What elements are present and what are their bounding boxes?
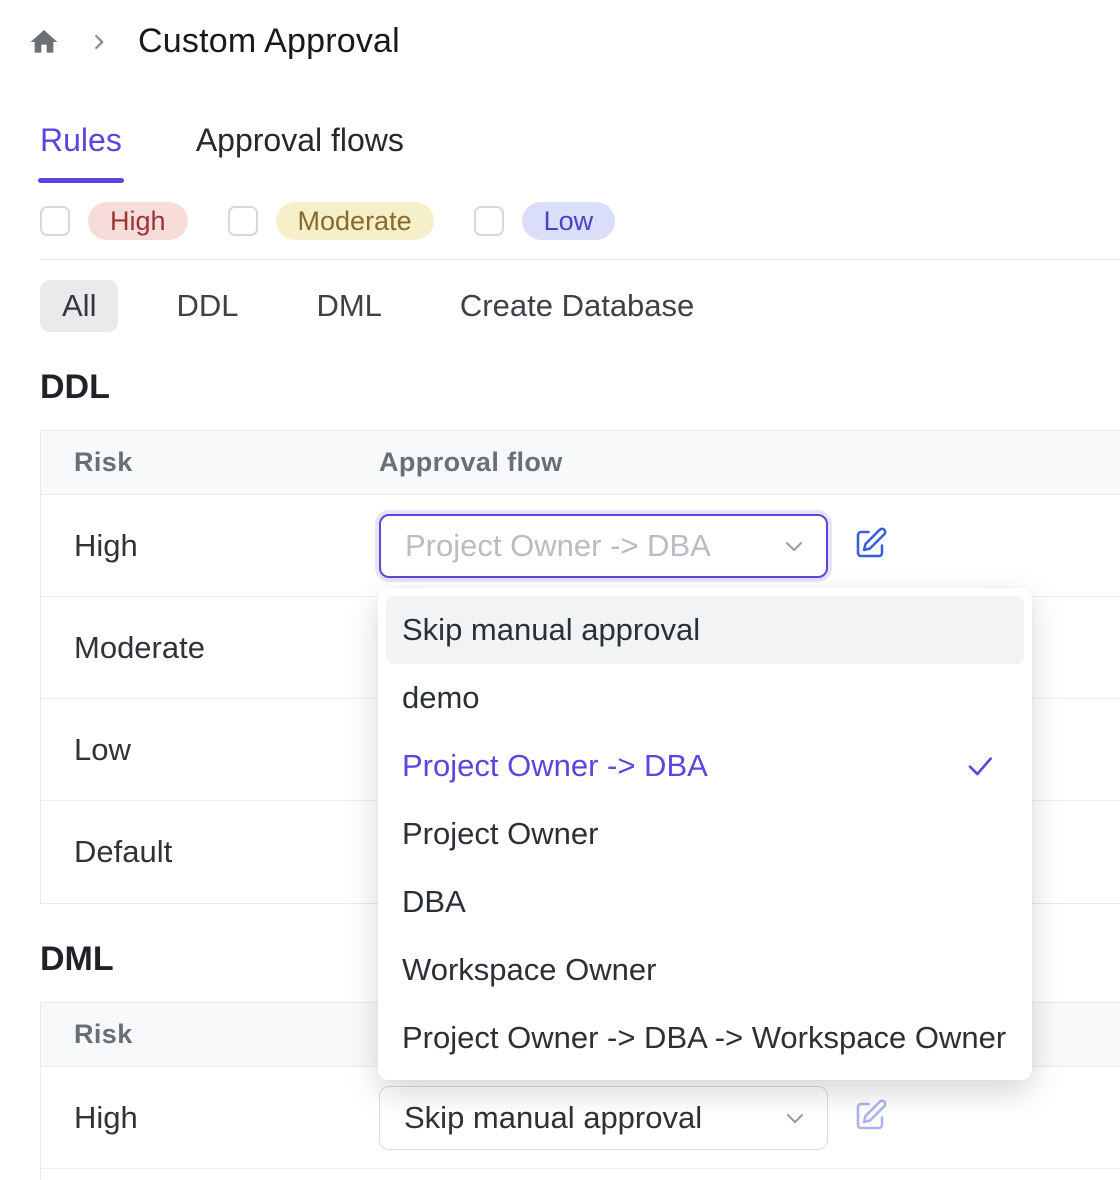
edit-pencil-icon	[852, 1098, 888, 1137]
high-risk-badge: High	[88, 202, 188, 240]
moderate-risk-badge: Moderate	[276, 202, 434, 240]
edit-pencil-icon	[852, 526, 888, 565]
tab-rules[interactable]: Rules	[40, 122, 122, 183]
select-value: Skip manual approval	[404, 1100, 702, 1136]
low-checkbox[interactable]	[474, 206, 504, 236]
chevron-down-icon	[781, 1104, 809, 1132]
filter-divider	[40, 259, 1120, 260]
check-icon	[964, 750, 996, 782]
dropdown-option-project-owner-dba-workspace-owner[interactable]: Project Owner -> DBA -> Workspace Owner	[386, 1004, 1024, 1072]
dropdown-option-demo[interactable]: demo	[386, 664, 1024, 732]
table-row-partial	[41, 1169, 1120, 1180]
page-title: Custom Approval	[138, 22, 400, 61]
table-row-high: High Skip manual approval	[41, 1067, 1120, 1169]
approval-flow-select[interactable]: Skip manual approval	[379, 1086, 828, 1150]
section-title-dml: DML	[40, 940, 114, 979]
option-label: Project Owner -> DBA	[402, 748, 708, 784]
table-header-row: Risk Approval flow	[41, 431, 1120, 495]
risk-cell: Default	[41, 834, 379, 870]
dropdown-option-project-owner-dba[interactable]: Project Owner -> DBA	[386, 732, 1024, 800]
custom-approval-page: Custom Approval Rules Approval flows Hig…	[0, 0, 1120, 1180]
column-header-risk: Risk	[41, 447, 379, 478]
risk-cell: High	[41, 528, 379, 564]
flow-cell: Skip manual approval	[379, 1086, 890, 1150]
approval-flow-select[interactable]: Project Owner -> DBA	[379, 514, 828, 578]
chevron-down-icon	[780, 532, 808, 560]
category-all[interactable]: All	[40, 280, 118, 332]
category-create-database[interactable]: Create Database	[440, 280, 714, 332]
category-filter: All DDL DML Create Database	[40, 280, 714, 332]
column-header-risk: Risk	[41, 1019, 379, 1050]
dropdown-option-workspace-owner[interactable]: Workspace Owner	[386, 936, 1024, 1004]
column-header-approval-flow: Approval flow	[379, 447, 563, 478]
risk-cell: High	[41, 1100, 379, 1136]
risk-cell: Moderate	[41, 630, 379, 666]
flow-cell: Project Owner -> DBA	[379, 514, 890, 578]
low-risk-badge: Low	[522, 202, 616, 240]
select-value: Project Owner -> DBA	[405, 528, 711, 564]
category-ddl[interactable]: DDL	[156, 280, 258, 332]
edit-flow-button[interactable]	[850, 1098, 890, 1138]
approval-flow-dropdown: Skip manual approval demo Project Owner …	[378, 588, 1032, 1080]
breadcrumb: Custom Approval	[28, 22, 400, 61]
table-row-high: High Project Owner -> DBA	[41, 495, 1120, 597]
risk-cell: Low	[41, 732, 379, 768]
edit-flow-button[interactable]	[850, 526, 890, 566]
tab-approval-flows[interactable]: Approval flows	[196, 122, 404, 183]
risk-filter-high: High	[40, 202, 188, 240]
risk-filter-moderate: Moderate	[228, 202, 434, 240]
moderate-checkbox[interactable]	[228, 206, 258, 236]
dropdown-option-project-owner[interactable]: Project Owner	[386, 800, 1024, 868]
home-icon[interactable]	[28, 25, 62, 59]
high-checkbox[interactable]	[40, 206, 70, 236]
tab-bar: Rules Approval flows	[40, 122, 404, 183]
dropdown-option-dba[interactable]: DBA	[386, 868, 1024, 936]
chevron-right-icon	[88, 30, 112, 54]
risk-filter-low: Low	[474, 202, 616, 240]
dropdown-option-skip-manual-approval[interactable]: Skip manual approval	[386, 596, 1024, 664]
category-dml[interactable]: DML	[296, 280, 401, 332]
risk-filter-row: High Moderate Low	[40, 202, 615, 240]
section-title-ddl: DDL	[40, 368, 110, 407]
